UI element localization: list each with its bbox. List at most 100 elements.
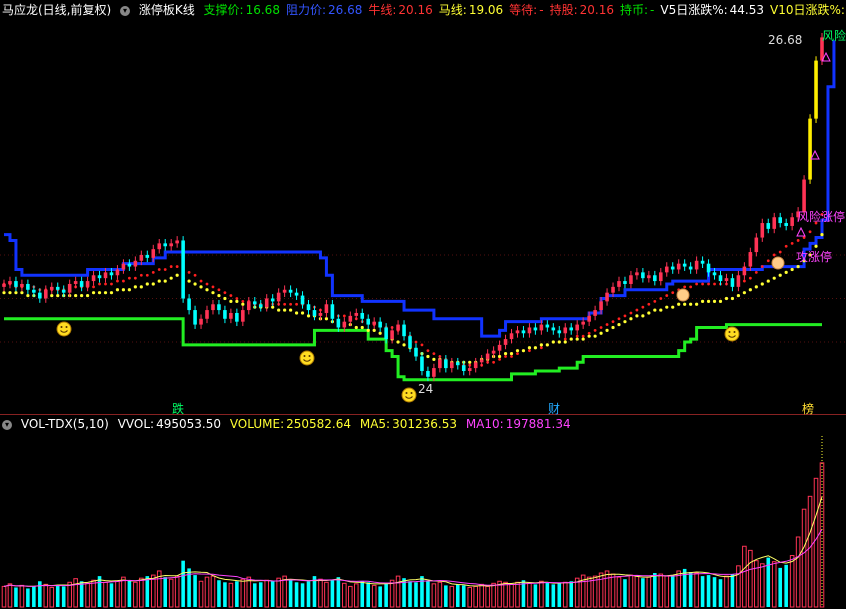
horse-line-dot bbox=[629, 317, 633, 321]
candle-body bbox=[647, 275, 651, 279]
bull-line-dot bbox=[581, 334, 585, 338]
volume-bar bbox=[813, 477, 819, 608]
candle-body bbox=[235, 312, 239, 322]
marker-cai: 财 bbox=[548, 402, 561, 416]
candle-body bbox=[342, 321, 347, 328]
candle-body bbox=[408, 336, 412, 348]
candle-body bbox=[127, 263, 132, 267]
candle-body bbox=[635, 272, 639, 276]
horse-line-dot bbox=[396, 340, 400, 344]
volume-bar bbox=[545, 582, 550, 607]
candle-body bbox=[545, 324, 550, 328]
horse-line-dot bbox=[742, 291, 746, 295]
bull-line-dot bbox=[778, 250, 782, 254]
volume-bar bbox=[300, 583, 305, 607]
indicator-settings-icon[interactable]: ▾ bbox=[120, 5, 131, 16]
candle-body bbox=[485, 353, 490, 360]
indicator-item-label: V10日涨跌%: bbox=[770, 3, 845, 17]
candle-body bbox=[247, 301, 251, 311]
indicator-item-label: 阻力价: bbox=[285, 3, 326, 17]
bull-line-dot bbox=[599, 326, 603, 329]
indicator-item-value: - bbox=[539, 3, 544, 17]
candle-body bbox=[808, 118, 812, 180]
horse-line-dot bbox=[748, 288, 752, 292]
bull-line-dot bbox=[713, 282, 716, 286]
candle-body bbox=[366, 318, 371, 325]
indicator-item-value: 19.06 bbox=[468, 3, 504, 17]
candle-body bbox=[318, 312, 323, 316]
bull-line-dot bbox=[539, 346, 543, 350]
candle-body bbox=[455, 362, 460, 366]
candle-body bbox=[193, 310, 197, 325]
horse-line-dot bbox=[109, 291, 114, 295]
volume-bar bbox=[509, 583, 514, 608]
candle-body bbox=[461, 365, 466, 371]
volume-bar bbox=[664, 575, 670, 608]
horse-line-dot bbox=[402, 343, 406, 347]
volume-bar bbox=[353, 583, 359, 608]
horse-line-dot bbox=[796, 264, 800, 269]
horse-line-dot bbox=[706, 299, 711, 303]
volume-bar bbox=[378, 586, 382, 607]
bull-line-dot bbox=[498, 357, 501, 361]
indicator-item-value: 20.16 bbox=[398, 3, 433, 17]
volume-settings-icon[interactable]: ▾ bbox=[2, 419, 12, 430]
horse-line-dot bbox=[205, 288, 209, 292]
horse-line-dot bbox=[127, 288, 131, 292]
horse-line-dot bbox=[372, 328, 376, 332]
candle-body bbox=[521, 330, 526, 334]
bull-line-dot bbox=[110, 282, 113, 286]
horse-line-dot bbox=[736, 293, 741, 298]
volume-bar bbox=[7, 583, 13, 608]
candle-body bbox=[79, 281, 84, 287]
volume-bar bbox=[270, 581, 275, 607]
candle-body bbox=[169, 243, 173, 247]
horse-line-dot bbox=[635, 314, 639, 318]
volume-bar bbox=[586, 576, 592, 608]
horse-line-dot bbox=[527, 346, 532, 350]
bull-line-dot bbox=[671, 291, 675, 295]
smiley-eye bbox=[410, 392, 413, 394]
candle-body bbox=[276, 292, 281, 302]
horse-line-dot bbox=[712, 299, 717, 303]
volume-value: 250582.64 bbox=[286, 417, 352, 431]
bull-line-dot bbox=[211, 285, 215, 289]
volume-bar bbox=[336, 577, 341, 607]
bull-line-dot bbox=[802, 236, 806, 239]
horse-line-dot bbox=[163, 279, 167, 283]
volume-bar bbox=[97, 576, 102, 607]
volume-bar bbox=[264, 579, 270, 608]
candle-body bbox=[730, 278, 735, 287]
horse-line-dot bbox=[557, 340, 561, 344]
smiley-eye bbox=[405, 392, 408, 394]
bull-line-dot bbox=[605, 323, 609, 326]
candle-body bbox=[32, 289, 36, 293]
volume-bar bbox=[426, 581, 430, 607]
hand-icon bbox=[676, 288, 690, 302]
horse-line-dot bbox=[56, 293, 60, 298]
candle-body bbox=[426, 370, 430, 377]
horse-line-dot bbox=[671, 305, 675, 309]
volume-bar bbox=[414, 582, 418, 607]
indicator-item-label: 等待: bbox=[509, 3, 538, 17]
volume-bar bbox=[557, 583, 562, 607]
candle-body bbox=[575, 324, 579, 331]
bull-line-dot bbox=[510, 355, 513, 358]
volume-bar bbox=[408, 581, 412, 607]
bull-line-dot bbox=[623, 314, 627, 318]
candle-body bbox=[306, 304, 311, 311]
volume-bar bbox=[348, 585, 353, 608]
horse-line-dot bbox=[509, 351, 514, 356]
volume-bar bbox=[658, 573, 664, 608]
bull-line-dot bbox=[157, 268, 161, 271]
bull-line-dot bbox=[342, 314, 346, 318]
candle-body bbox=[14, 281, 18, 287]
horse-line-dot bbox=[593, 334, 597, 338]
indicator-item-value: 26.68 bbox=[328, 3, 363, 17]
horse-line-dot bbox=[677, 302, 681, 306]
candle-body bbox=[258, 304, 263, 308]
bull-line-dot bbox=[104, 282, 107, 286]
horse-line-dot bbox=[133, 285, 137, 289]
candle-body bbox=[742, 266, 747, 276]
horse-line-dot bbox=[695, 302, 699, 306]
